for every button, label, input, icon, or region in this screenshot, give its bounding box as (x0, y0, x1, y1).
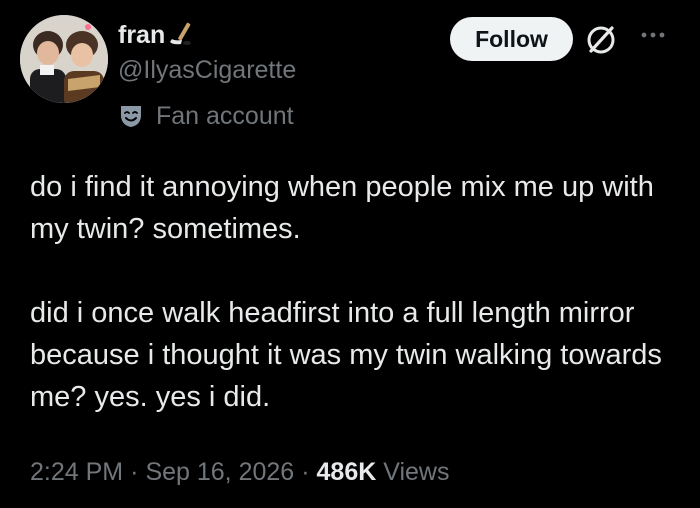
meta-separator: · (301, 458, 310, 486)
views-count[interactable]: 486K (317, 458, 377, 486)
avatar-image (20, 15, 108, 103)
tweet-time[interactable]: 2:24 PM (30, 458, 123, 486)
tweet-paragraph-2: did i once walk headfirst into a full le… (30, 297, 662, 413)
views-label: Views (383, 458, 450, 486)
theater-masks-icon (121, 106, 141, 127)
account-label-text: Fan account (156, 101, 294, 130)
avatar[interactable] (20, 15, 108, 103)
user-handle[interactable]: @IlyasCigarette (118, 55, 296, 85)
tweet-text: do i find it annoying when people mix me… (30, 166, 670, 418)
grok-icon[interactable] (583, 22, 619, 58)
tweet-date[interactable]: Sep 16, 2026 (145, 458, 294, 486)
tweet-meta: 2:24 PM · Sep 16, 2026 · 486K Views (30, 456, 449, 488)
meta-separator: · (130, 458, 139, 486)
more-dots-icon[interactable] (640, 28, 666, 42)
hockey-stick-icon (170, 23, 192, 46)
display-name-text: fran (118, 21, 166, 49)
tweet-paragraph-1: do i find it annoying when people mix me… (30, 171, 654, 245)
account-label: Fan account (118, 100, 294, 132)
follow-button[interactable]: Follow (450, 17, 573, 61)
display-name[interactable]: fran (118, 20, 193, 50)
